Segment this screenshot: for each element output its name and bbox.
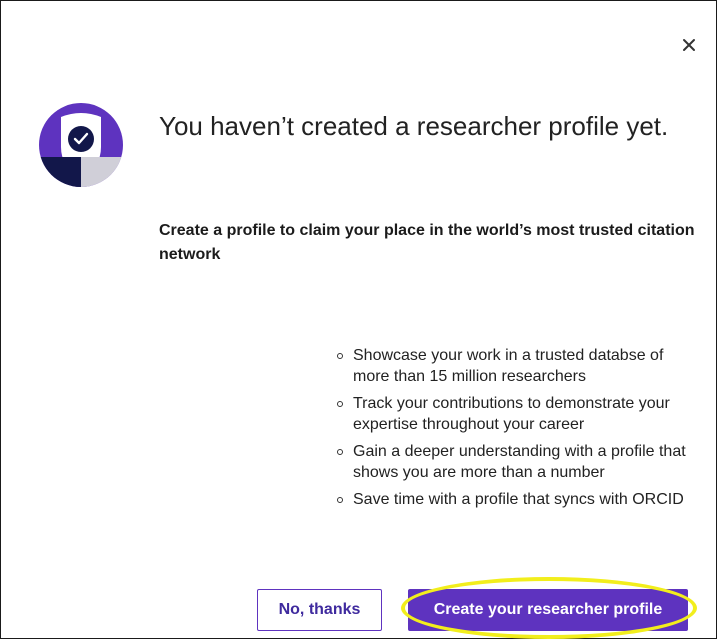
researcher-profile-dialog: You haven’t created a researcher profile… — [0, 0, 717, 639]
benefit-item: Save time with a profile that syncs with… — [331, 489, 701, 510]
benefit-item: Track your contributions to demonstrate … — [331, 393, 701, 435]
dialog-title: You haven’t created a researcher profile… — [159, 111, 669, 141]
create-profile-button[interactable]: Create your researcher profile — [408, 589, 688, 631]
benefit-item: Showcase your work in a trusted databse … — [331, 345, 701, 387]
shield-check-icon — [39, 103, 123, 187]
benefits-list: Showcase your work in a trusted databse … — [331, 345, 701, 516]
close-button[interactable] — [677, 33, 701, 57]
dialog-subtitle: Create a profile to claim your place in … — [159, 222, 695, 263]
close-icon — [683, 39, 695, 51]
no-thanks-button[interactable]: No, thanks — [257, 589, 382, 631]
benefit-item: Gain a deeper understanding with a profi… — [331, 441, 701, 483]
